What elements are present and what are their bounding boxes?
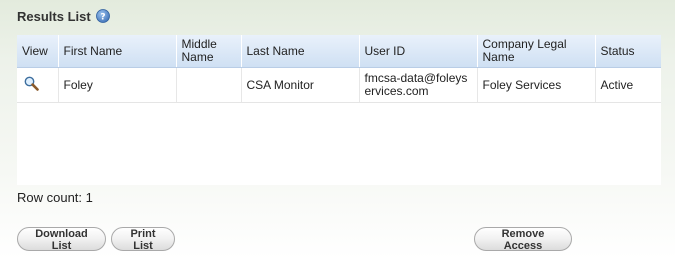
status-cell: Active bbox=[595, 67, 661, 103]
column-header-status[interactable]: Status bbox=[595, 35, 661, 68]
results-panel: View First Name Middle Name Last Name Us… bbox=[17, 35, 661, 185]
user-id-cell: fmcsa-data@foleyservices.com bbox=[359, 67, 478, 103]
print-list-button[interactable]: Print List bbox=[111, 227, 175, 252]
view-cell bbox=[17, 67, 59, 103]
svg-text:?: ? bbox=[100, 13, 105, 23]
magnifier-icon[interactable] bbox=[24, 76, 39, 94]
table-header-row: View First Name Middle Name Last Name Us… bbox=[17, 35, 661, 68]
last-name-cell: CSA Monitor bbox=[241, 67, 360, 103]
table-row: Foley CSA Monitor fmcsa-data@foleyservic… bbox=[17, 67, 661, 103]
middle-name-cell bbox=[176, 67, 242, 103]
row-count: Row count: 1 bbox=[17, 190, 93, 205]
column-header-company[interactable]: Company Legal Name bbox=[477, 35, 596, 68]
remove-access-button[interactable]: Remove Access bbox=[474, 227, 572, 252]
column-header-first-name[interactable]: First Name bbox=[58, 35, 177, 68]
results-title: Results List bbox=[17, 8, 91, 24]
first-name-cell: Foley bbox=[58, 67, 177, 103]
column-header-middle-name[interactable]: Middle Name bbox=[176, 35, 242, 68]
column-header-view[interactable]: View bbox=[17, 35, 59, 68]
column-header-last-name[interactable]: Last Name bbox=[241, 35, 360, 68]
results-header: Results List ? bbox=[17, 7, 110, 25]
results-table: View First Name Middle Name Last Name Us… bbox=[17, 35, 661, 103]
download-list-button[interactable]: Download List bbox=[17, 227, 106, 252]
help-question-icon[interactable]: ? bbox=[95, 9, 110, 23]
column-header-user-id[interactable]: User ID bbox=[359, 35, 478, 68]
company-cell: Foley Services bbox=[477, 67, 596, 103]
